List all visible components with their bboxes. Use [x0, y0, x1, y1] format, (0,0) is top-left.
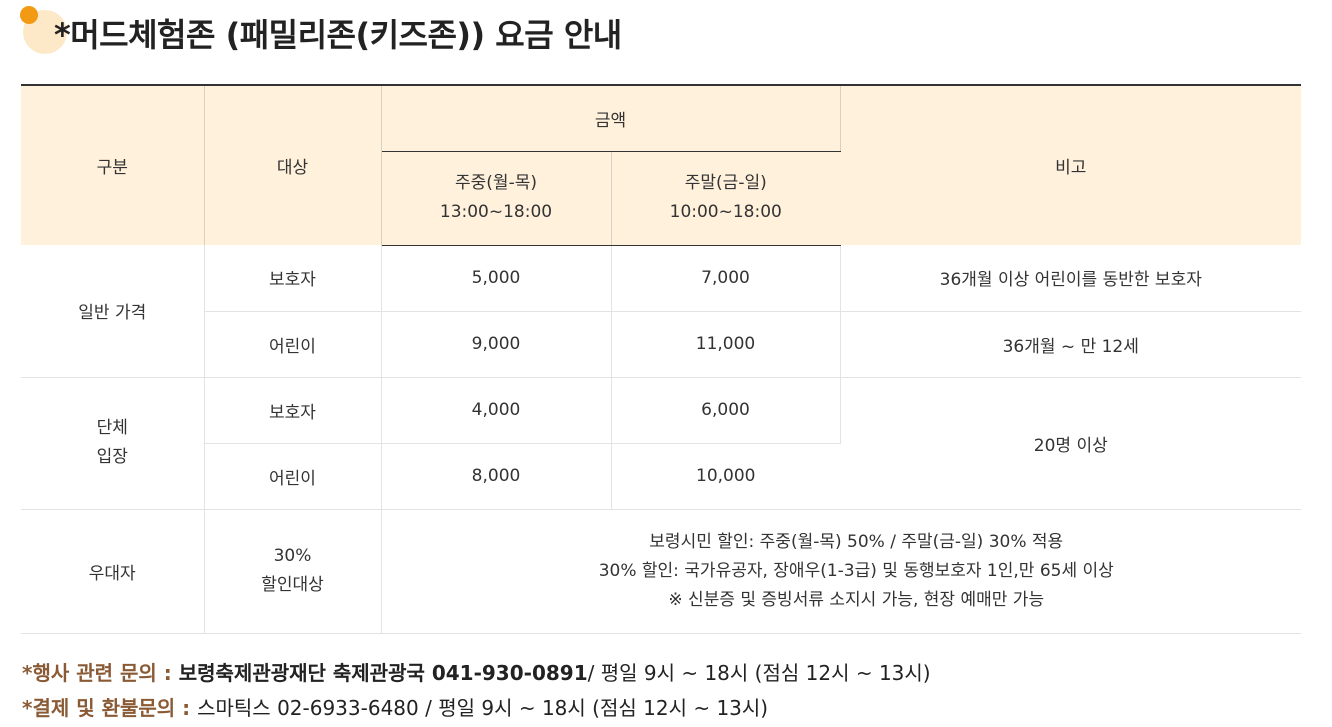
target-guardian: 보호자 — [204, 245, 382, 312]
note-line: ※ 신분증 및 증빙서류 소지시 가능, 현장 예매만 가능 — [668, 589, 1045, 610]
table-row: 단체 입장 보호자 4,000 6,000 20명 이상 — [21, 377, 1301, 510]
target-discount-label: 할인대상 — [261, 575, 324, 595]
payment-contact-label: *결제 및 환불문의 : — [22, 696, 198, 720]
header-weekday: 주중(월-목) 13:00~18:00 — [381, 151, 612, 246]
price-weekend: 11,000 — [611, 311, 841, 378]
price-weekday: 9,000 — [381, 311, 612, 378]
header-amount: 금액 — [381, 84, 841, 152]
price-weekend: 7,000 — [611, 245, 841, 312]
header-weekend-days: 주말(금-일) — [684, 173, 767, 193]
target-child: 어린이 — [204, 311, 382, 378]
payment-contact: *결제 및 환불문의 : 스마틱스 02-6933-6480 / 평일 9시 ~… — [22, 692, 768, 721]
header-weekday-hours: 13:00~18:00 — [439, 202, 553, 222]
event-contact-org: 보령축제관광재단 축제관광국 041-930-0891 — [178, 661, 588, 685]
category-general: 일반 가격 — [21, 245, 205, 378]
category-group-line2: 입장 — [96, 447, 128, 467]
table-row: 어린이 9,000 11,000 36개월 ~ 만 12세 — [21, 311, 1301, 378]
header-weekend: 주말(금-일) 10:00~18:00 — [611, 151, 840, 246]
target-child: 어린이 — [204, 443, 382, 510]
price-weekend: 6,000 — [611, 377, 841, 444]
category-preferential: 우대자 — [21, 509, 205, 634]
header-weekend-hours: 10:00~18:00 — [669, 202, 782, 222]
event-contact: *행사 관련 문의 : 보령축제관광재단 축제관광국 041-930-0891/… — [22, 657, 931, 686]
target-discount: 30% 할인대상 — [204, 509, 382, 634]
remark: 36개월 ~ 만 12세 — [840, 311, 1301, 378]
orange-dot-icon — [20, 6, 38, 24]
table-row: 우대자 30% 할인대상 보령시민 할인: 주중(월-목) 50% / 주말(금… — [21, 509, 1301, 634]
price-weekend: 10,000 — [611, 443, 840, 510]
price-weekday: 5,000 — [381, 245, 612, 312]
header-remarks: 비고 — [840, 84, 1301, 245]
event-contact-label: *행사 관련 문의 : — [22, 661, 179, 685]
page-title: *머드체험존 (패밀리존(키즈존)) 요금 안내 — [54, 16, 622, 54]
header-category: 구분 — [21, 84, 205, 245]
price-weekday: 4,000 — [381, 377, 612, 444]
remark: 20명 이상 — [840, 377, 1301, 510]
discount-notes: 보령시민 할인: 주중(월-목) 50% / 주말(금-일) 30% 적용 30… — [381, 509, 1301, 634]
category-group-line1: 단체 — [96, 418, 128, 438]
header-target: 대상 — [204, 84, 382, 245]
category-group: 단체 입장 — [21, 377, 205, 510]
target-guardian: 보호자 — [204, 377, 382, 444]
fee-table: 구분 대상 금액 비고 주중(월-목) 13:00~18:00 주말(금-일) … — [21, 84, 1301, 634]
note-line: 30% 할인: 국가유공자, 장애우(1-3급) 및 동행보호자 1인,만 65… — [598, 560, 1114, 581]
table-row: 일반 가격 보호자 5,000 7,000 36개월 이상 어린이를 동반한 보… — [21, 245, 1301, 378]
target-discount-rate: 30% — [273, 546, 312, 566]
header-weekday-days: 주중(월-목) — [455, 173, 537, 193]
note-line: 보령시민 할인: 주중(월-목) 50% / 주말(금-일) 30% 적용 — [649, 531, 1064, 552]
event-contact-hours: / 평일 9시 ~ 18시 (점심 12시 ~ 13시) — [587, 661, 931, 685]
payment-contact-text: 스마틱스 02-6933-6480 / 평일 9시 ~ 18시 (점심 12시 … — [197, 696, 769, 720]
price-weekday: 8,000 — [381, 443, 612, 510]
remark: 36개월 이상 어린이를 동반한 보호자 — [840, 245, 1301, 312]
